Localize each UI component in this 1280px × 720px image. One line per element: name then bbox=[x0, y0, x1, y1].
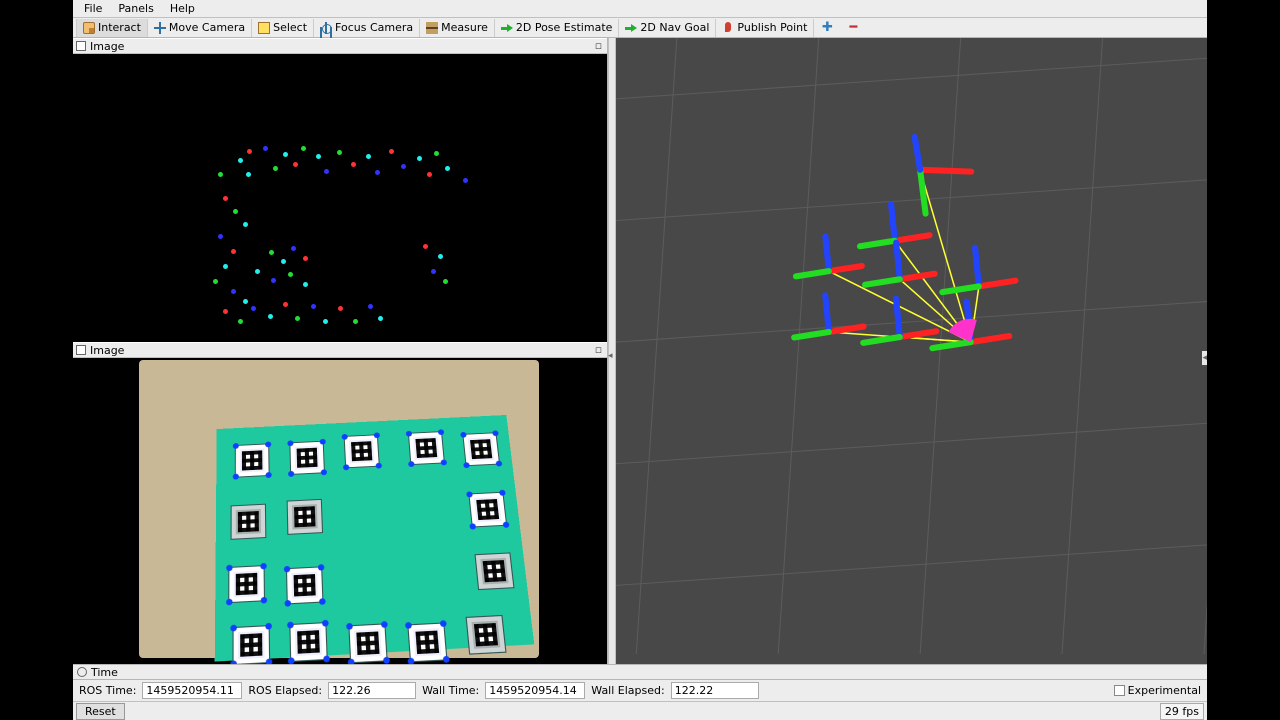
undock-icon[interactable]: ▫ bbox=[593, 345, 604, 356]
left-column: Image ▫ Image ▫ bbox=[73, 38, 608, 664]
select-icon bbox=[258, 22, 270, 34]
image-panel-bottom-title: Image bbox=[90, 344, 124, 357]
vertical-splitter[interactable] bbox=[608, 38, 616, 664]
image-panel-bottom-titlebar[interactable]: Image ▫ bbox=[73, 342, 607, 358]
interact-icon bbox=[83, 22, 95, 34]
wall-time-field[interactable] bbox=[485, 682, 585, 699]
tool-focus-camera[interactable]: Focus Camera bbox=[314, 19, 420, 37]
clock-icon bbox=[77, 667, 87, 677]
tool-move-camera[interactable]: Move Camera bbox=[148, 19, 252, 37]
reset-button[interactable]: Reset bbox=[76, 703, 125, 720]
wall-elapsed-label: Wall Elapsed: bbox=[591, 684, 664, 697]
panel-icon bbox=[76, 345, 86, 355]
tool-select[interactable]: Select bbox=[252, 19, 314, 37]
tool-publish-point[interactable]: Publish Point bbox=[716, 19, 814, 37]
menu-help[interactable]: Help bbox=[163, 1, 202, 16]
time-panel: ROS Time: ROS Elapsed: Wall Time: Wall E… bbox=[73, 679, 1207, 701]
pose-estimate-icon bbox=[501, 22, 513, 34]
marker-board bbox=[215, 415, 535, 662]
ros-elapsed-field[interactable] bbox=[328, 682, 416, 699]
3d-view[interactable] bbox=[616, 38, 1207, 664]
minus-icon: ━ bbox=[846, 22, 860, 34]
undock-icon[interactable]: ▫ bbox=[593, 41, 604, 52]
wall-elapsed-field[interactable] bbox=[671, 682, 759, 699]
toolbar: Interact Move Camera Select Focus Camera… bbox=[73, 18, 1207, 38]
plus-icon: ✚ bbox=[820, 22, 834, 34]
menubar: File Panels Help bbox=[73, 0, 1207, 18]
menu-panels[interactable]: Panels bbox=[111, 1, 160, 16]
focus-camera-icon bbox=[320, 22, 332, 34]
publish-point-icon bbox=[722, 22, 734, 34]
image-panel-top-title: Image bbox=[90, 40, 124, 53]
panel-icon bbox=[76, 41, 86, 51]
3d-scene bbox=[616, 38, 1207, 654]
experimental-checkbox[interactable]: Experimental bbox=[1114, 684, 1201, 697]
rviz-window: File Panels Help Interact Move Camera Se… bbox=[73, 0, 1207, 720]
reset-row: Reset 29 fps bbox=[73, 701, 1207, 720]
checkbox-icon bbox=[1114, 685, 1125, 696]
tool-interact[interactable]: Interact bbox=[76, 19, 148, 37]
tool-2d-nav-goal[interactable]: 2D Nav Goal bbox=[619, 19, 716, 37]
tool-remove[interactable]: ━ bbox=[840, 19, 866, 37]
camera-scene bbox=[139, 360, 539, 658]
menu-file[interactable]: File bbox=[77, 1, 109, 16]
move-camera-icon bbox=[154, 22, 166, 34]
image-panel-bottom[interactable] bbox=[73, 358, 607, 664]
main-area: Image ▫ Image ▫ bbox=[73, 38, 1207, 664]
fps-indicator: 29 fps bbox=[1160, 703, 1204, 720]
time-panel-titlebar[interactable]: Time bbox=[73, 664, 1207, 679]
bottom-panels: Time ROS Time: ROS Elapsed: Wall Time: W… bbox=[73, 664, 1207, 720]
tool-measure[interactable]: Measure bbox=[420, 19, 495, 37]
tool-2d-pose-estimate[interactable]: 2D Pose Estimate bbox=[495, 19, 620, 37]
ros-time-field[interactable] bbox=[142, 682, 242, 699]
nav-goal-icon bbox=[625, 22, 637, 34]
ros-time-label: ROS Time: bbox=[79, 684, 136, 697]
image-panel-top-titlebar[interactable]: Image ▫ bbox=[73, 38, 607, 54]
measure-icon bbox=[426, 22, 438, 34]
image-panel-top[interactable] bbox=[73, 54, 607, 342]
ros-elapsed-label: ROS Elapsed: bbox=[248, 684, 322, 697]
time-panel-title: Time bbox=[91, 666, 118, 679]
wall-time-label: Wall Time: bbox=[422, 684, 479, 697]
tool-add[interactable]: ✚ bbox=[814, 19, 840, 37]
